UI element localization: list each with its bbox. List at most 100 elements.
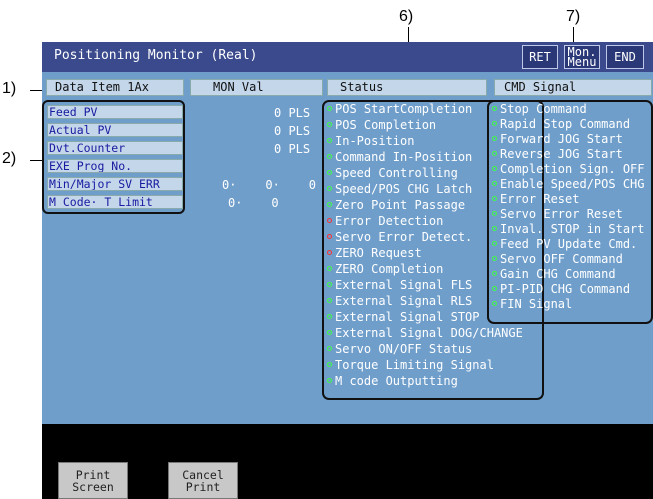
status-indicator-icon bbox=[327, 154, 332, 159]
data-item-group: Feed PV Actual PV Dvt.Counter EXE Prog N… bbox=[42, 100, 185, 214]
cmd-indicator-icon bbox=[492, 151, 497, 156]
cmd-row: Enable Speed/POS CHG bbox=[492, 177, 645, 192]
item-m-code: M Code· T Limit bbox=[47, 195, 183, 209]
monitor-menu-label-2: Menu bbox=[567, 55, 597, 69]
cmd-indicator-icon bbox=[492, 136, 497, 141]
status-row: Servo ON/OFF Status bbox=[327, 342, 472, 357]
cmd-indicator-icon bbox=[492, 106, 497, 111]
status-row: POS Completion bbox=[327, 118, 436, 133]
cmd-row: Feed PV Update Cmd. bbox=[492, 237, 637, 252]
print-screen-label-1: Print bbox=[75, 467, 111, 482]
header-data-item: Data Item 1Ax bbox=[46, 79, 184, 96]
item-dvt-counter: Dvt.Counter bbox=[47, 141, 183, 155]
item-actual-pv: Actual PV bbox=[47, 123, 183, 137]
cmd-row: Error Reset bbox=[492, 192, 579, 207]
cmd-indicator-icon bbox=[492, 256, 497, 261]
status-row: External Signal FLS bbox=[327, 278, 472, 293]
value-dvt-counter: 0 PLS bbox=[274, 142, 311, 156]
status-row: External Signal RLS bbox=[327, 294, 472, 309]
value-actual-pv: 0 PLS bbox=[274, 124, 311, 138]
cancel-print-button[interactable]: Cancel Print bbox=[168, 462, 238, 499]
status-indicator-icon bbox=[327, 218, 332, 223]
value-sv-err: 0· 0· 0 bbox=[222, 178, 316, 192]
value-m-code: 0· 0 bbox=[228, 196, 279, 210]
status-row: External Signal STOP bbox=[327, 310, 480, 325]
cmd-row: Stop Command bbox=[492, 102, 587, 117]
callout-2: 2) bbox=[2, 150, 17, 167]
callout-7: 7) bbox=[566, 8, 581, 25]
header-mon-val: MON Val bbox=[190, 79, 323, 96]
status-indicator-icon bbox=[327, 282, 332, 287]
status-row: M code Outputting bbox=[327, 374, 458, 389]
monitor-menu-button[interactable]: Mon. Menu bbox=[564, 45, 600, 69]
item-sv-err: Min/Major SV ERR bbox=[47, 177, 183, 191]
callout-6: 6) bbox=[399, 8, 414, 25]
print-screen-button[interactable]: Print Screen bbox=[58, 462, 128, 499]
cmd-row: Rapid Stop Command bbox=[492, 117, 630, 132]
end-button[interactable]: END bbox=[606, 45, 644, 69]
status-indicator-icon bbox=[327, 378, 332, 383]
status-indicator-icon bbox=[327, 314, 332, 319]
status-indicator-icon bbox=[327, 362, 332, 367]
status-row: Error Detection bbox=[327, 214, 443, 229]
status-indicator-icon bbox=[327, 170, 332, 175]
status-indicator-icon bbox=[327, 298, 332, 303]
status-indicator-icon bbox=[327, 250, 332, 255]
status-indicator-icon bbox=[327, 122, 332, 127]
value-sv-err-clip: 0· 0· 0 bbox=[222, 178, 321, 194]
item-exe-prog-no: EXE Prog No. bbox=[47, 159, 183, 173]
status-row: In-Position bbox=[327, 134, 414, 149]
header-cmd-signal: CMD Signal bbox=[494, 79, 652, 96]
status-row: Servo Error Detect. bbox=[327, 230, 472, 245]
callout-1: 1) bbox=[2, 80, 17, 97]
cancel-print-label-2: Print bbox=[185, 479, 221, 494]
ret-button[interactable]: RET bbox=[522, 45, 558, 69]
callout-1-line bbox=[30, 90, 42, 91]
status-row: External Signal DOG/CHANGE bbox=[327, 326, 523, 341]
status-row: Speed Controlling bbox=[327, 166, 458, 181]
cmd-row: Gain CHG Command bbox=[492, 267, 616, 282]
cmd-row: Forward JOG Start bbox=[492, 132, 623, 147]
item-feed-pv: Feed PV bbox=[47, 105, 183, 119]
status-row: Command In-Position bbox=[327, 150, 472, 165]
cmd-signal-list: Stop Command Rapid Stop Command Forward … bbox=[489, 102, 653, 322]
status-row: Speed/POS CHG Latch bbox=[327, 182, 472, 197]
status-indicator-icon bbox=[327, 266, 332, 271]
cmd-indicator-icon bbox=[492, 241, 497, 246]
cmd-indicator-icon bbox=[492, 166, 497, 171]
cmd-indicator-icon bbox=[492, 121, 497, 126]
cmd-indicator-icon bbox=[492, 211, 497, 216]
cmd-row: PI-PID CHG Command bbox=[492, 282, 630, 297]
cmd-indicator-icon bbox=[492, 226, 497, 231]
cmd-indicator-icon bbox=[492, 271, 497, 276]
print-screen-label-2: Screen bbox=[72, 479, 114, 494]
status-indicator-icon bbox=[327, 346, 332, 351]
header-status: Status bbox=[327, 79, 487, 96]
status-indicator-icon bbox=[327, 106, 332, 111]
cancel-print-label-1: Cancel bbox=[182, 467, 224, 482]
end-button-label: END bbox=[614, 50, 636, 64]
title-bar: Positioning Monitor (Real) RET Mon. Menu… bbox=[42, 42, 653, 72]
cmd-row: Completion Sign. OFF bbox=[492, 162, 645, 177]
value-feed-pv: 0 PLS bbox=[274, 106, 311, 120]
status-row: ZERO Completion bbox=[327, 262, 443, 277]
callout-2-line bbox=[30, 160, 42, 161]
status-indicator-icon bbox=[327, 330, 332, 335]
status-row: POS StartCompletion bbox=[327, 102, 472, 117]
status-list-wide: External Signal DOG/CHANGE Servo ON/OFF … bbox=[324, 326, 542, 398]
status-row: ZERO Request bbox=[327, 246, 422, 261]
cmd-row: Servo Error Reset bbox=[492, 207, 623, 222]
cmd-row: Inval. STOP in Start bbox=[492, 222, 645, 237]
cmd-row: FIN Signal bbox=[492, 297, 572, 312]
cmd-indicator-icon bbox=[492, 181, 497, 186]
status-indicator-icon bbox=[327, 138, 332, 143]
monitor-panel: Data Item 1Ax MON Val Status CMD Signal … bbox=[42, 72, 653, 424]
status-indicator-icon bbox=[327, 234, 332, 239]
status-row: Torque Limiting Signal bbox=[327, 358, 494, 373]
status-indicator-icon bbox=[327, 202, 332, 207]
footer-area: Print Screen Cancel Print bbox=[42, 424, 653, 499]
cmd-indicator-icon bbox=[492, 286, 497, 291]
status-indicator-icon bbox=[327, 186, 332, 191]
cmd-row: Reverse JOG Start bbox=[492, 147, 623, 162]
cmd-indicator-icon bbox=[492, 301, 497, 306]
